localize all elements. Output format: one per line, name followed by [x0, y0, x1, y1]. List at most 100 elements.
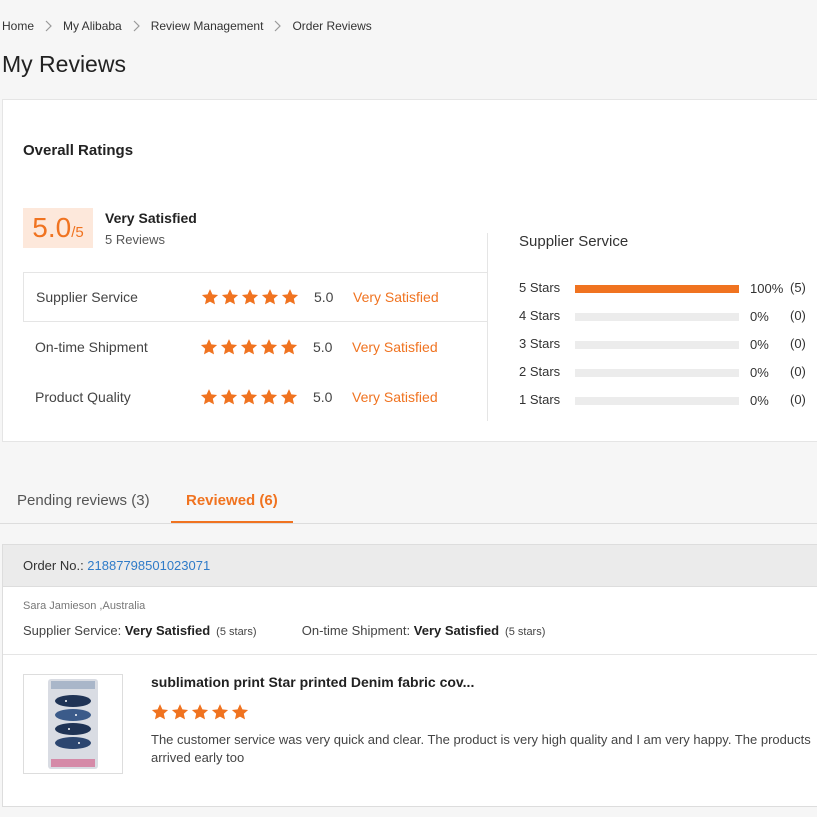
category-row-on-time-shipment: On-time Shipment 5.0 Very Satisfied — [23, 322, 488, 372]
distribution-bar — [575, 313, 739, 321]
supplier-service-title: Supplier Service — [519, 233, 629, 250]
supplier-service-stars: (5 stars) — [216, 626, 257, 638]
distribution-percent: 0% — [750, 393, 769, 408]
category-name: Product Quality — [35, 389, 131, 405]
distribution-label: 2 Stars — [519, 364, 561, 379]
order-review-card: Order No.: 21887798501023071 Sara Jamies… — [2, 544, 817, 807]
breadcrumb-my-alibaba[interactable]: My Alibaba — [63, 19, 122, 33]
star-distribution: 5 Stars 100% (5) 4 Stars 0% (0) 3 Stars … — [519, 278, 817, 418]
breadcrumb-home[interactable]: Home — [2, 19, 34, 33]
star-icon — [261, 289, 279, 305]
overall-ratings-heading: Overall Ratings — [23, 142, 134, 159]
breadcrumb-review-management[interactable]: Review Management — [151, 19, 264, 33]
star-icon — [200, 339, 218, 355]
order-header: Order No.: 21887798501023071 — [3, 545, 817, 587]
chevron-right-icon — [133, 20, 140, 32]
star-icon — [260, 339, 278, 355]
distribution-label: 3 Stars — [519, 336, 561, 351]
distribution-bar — [575, 397, 739, 405]
overall-score-badge: 5.0 /5 — [23, 208, 93, 248]
overall-score: 5.0 — [32, 212, 72, 243]
category-name: On-time Shipment — [35, 339, 148, 355]
star-icon — [260, 389, 278, 405]
distribution-label: 4 Stars — [519, 308, 561, 323]
order-number-link[interactable]: 21887798501023071 — [87, 558, 210, 573]
distribution-count: (0) — [790, 336, 806, 351]
review-tabs: Pending reviews (3) Reviewed (6) — [0, 472, 817, 524]
breadcrumb: Home My Alibaba Review Management Order … — [2, 19, 372, 33]
supplier-service-label: Supplier Service: — [23, 623, 125, 638]
star-icon — [280, 339, 298, 355]
distribution-row-2: 2 Stars 0% (0) — [519, 362, 817, 390]
category-row-supplier-service: Supplier Service 5.0 Very Satisfied — [23, 272, 488, 322]
category-score: 5.0 — [313, 389, 333, 405]
shipment-stars: (5 stars) — [505, 626, 546, 638]
shipment-label: On-time Shipment: — [301, 623, 414, 638]
distribution-count: (0) — [790, 392, 806, 407]
distribution-count: (0) — [790, 364, 806, 379]
overall-review-count: 5 Reviews — [105, 232, 165, 247]
category-stars — [200, 338, 298, 356]
active-tab-underline — [171, 521, 293, 523]
distribution-count: (5) — [790, 280, 806, 295]
distribution-row-4: 4 Stars 0% (0) — [519, 306, 817, 334]
star-icon — [240, 389, 258, 405]
star-icon — [220, 339, 238, 355]
distribution-percent: 0% — [750, 365, 769, 380]
product-title-link[interactable]: sublimation print Star printed Denim fab… — [151, 674, 474, 690]
distribution-bar — [575, 285, 739, 293]
star-icon — [281, 289, 299, 305]
breadcrumb-order-reviews: Order Reviews — [292, 19, 372, 33]
chevron-right-icon — [45, 20, 52, 32]
category-stars — [201, 288, 299, 306]
star-icon — [221, 289, 239, 305]
distribution-label: 1 Stars — [519, 392, 561, 407]
star-icon — [280, 389, 298, 405]
distribution-bar — [575, 369, 739, 377]
order-ratings-summary: Supplier Service: Very Satisfied (5 stars… — [23, 623, 545, 638]
distribution-row-1: 1 Stars 0% (0) — [519, 390, 817, 418]
chevron-right-icon — [274, 20, 282, 32]
star-icon — [151, 704, 169, 720]
category-name: Supplier Service — [36, 289, 138, 305]
order-number-label: Order No.: — [23, 558, 88, 573]
category-score: 5.0 — [314, 289, 334, 305]
star-icon — [240, 339, 258, 355]
category-stars — [200, 388, 298, 406]
distribution-percent: 0% — [750, 309, 769, 324]
review-text: The customer service was very quick and … — [151, 732, 811, 765]
distribution-bar-fill — [575, 285, 739, 293]
overall-satisfaction-label: Very Satisfied — [105, 210, 197, 226]
category-ratings-table: Supplier Service 5.0 Very Satisfied On-t… — [23, 272, 488, 422]
overall-score-max: /5 — [71, 224, 84, 241]
distribution-label: 5 Stars — [519, 280, 561, 295]
page-title: My Reviews — [2, 51, 126, 77]
tab-pending-reviews[interactable]: Pending reviews (3) — [17, 492, 150, 509]
section-divider — [487, 233, 488, 421]
shipment-value: Very Satisfied — [413, 623, 500, 638]
star-icon — [220, 389, 238, 405]
distribution-count: (0) — [790, 308, 806, 323]
category-score: 5.0 — [313, 339, 333, 355]
distribution-percent: 0% — [750, 337, 769, 352]
reviewer-name: Sara Jamieson ,Australia — [23, 600, 146, 612]
distribution-row-5: 5 Stars 100% (5) — [519, 278, 817, 306]
category-satisfaction: Very Satisfied — [352, 389, 438, 405]
star-icon — [201, 289, 219, 305]
divider — [3, 654, 817, 655]
product-thumbnail[interactable] — [23, 674, 123, 774]
distribution-percent: 100% — [750, 281, 784, 296]
overall-ratings-card: Overall Ratings 5.0 /5 Very Satisfied 5 … — [2, 99, 817, 442]
supplier-service-value: Very Satisfied — [124, 623, 211, 638]
star-icon — [231, 704, 249, 720]
category-satisfaction: Very Satisfied — [352, 339, 438, 355]
star-icon — [200, 389, 218, 405]
distribution-row-3: 3 Stars 0% (0) — [519, 334, 817, 362]
star-icon — [191, 704, 209, 720]
star-icon — [211, 704, 229, 720]
star-icon — [241, 289, 259, 305]
distribution-bar — [575, 341, 739, 349]
star-icon — [171, 704, 189, 720]
tab-reviewed[interactable]: Reviewed (6) — [186, 492, 278, 509]
review-stars — [151, 703, 249, 721]
